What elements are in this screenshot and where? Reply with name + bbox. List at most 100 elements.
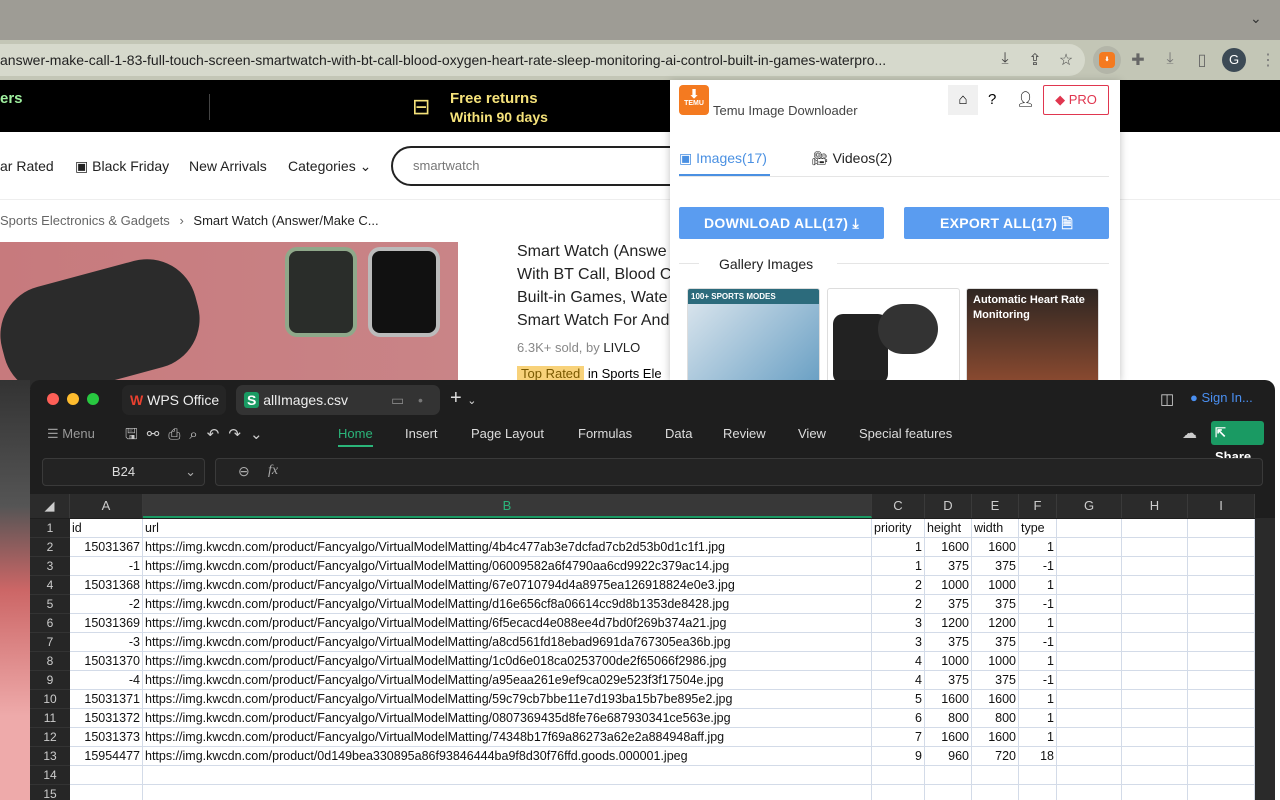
column-header-a[interactable]: A (70, 494, 143, 518)
table-cell[interactable] (1057, 633, 1122, 652)
table-cell[interactable]: 375 (925, 671, 972, 690)
table-cell[interactable]: 1 (872, 538, 925, 557)
tab-list-chevron-icon[interactable]: ⌄ (1250, 10, 1262, 27)
table-cell[interactable]: -1 (1019, 671, 1057, 690)
row-header[interactable]: 10 (30, 690, 70, 709)
table-cell[interactable] (1188, 709, 1255, 728)
table-cell[interactable]: 375 (925, 633, 972, 652)
table-cell[interactable] (1122, 766, 1188, 785)
table-cell[interactable] (1188, 538, 1255, 557)
table-cell[interactable] (1188, 690, 1255, 709)
row-header[interactable]: 2 (30, 538, 70, 557)
table-cell[interactable]: 1000 (972, 576, 1019, 595)
table-cell[interactable]: 1600 (972, 690, 1019, 709)
row-header[interactable]: 9 (30, 671, 70, 690)
rank-category[interactable]: in Sports Ele (588, 366, 662, 381)
table-cell[interactable]: 1600 (925, 728, 972, 747)
row-header[interactable]: 12 (30, 728, 70, 747)
table-cell[interactable]: 6 (872, 709, 925, 728)
row-header[interactable]: 11 (30, 709, 70, 728)
user-icon[interactable]: 👤︎ (1016, 90, 1035, 108)
row-header[interactable]: 15 (30, 785, 70, 800)
tab-wps-office[interactable]: W WPS Office (122, 385, 226, 415)
share-button[interactable]: ⇱ Share (1211, 421, 1264, 464)
table-cell[interactable]: 1 (1019, 728, 1057, 747)
function-icon[interactable]: fx (268, 463, 278, 479)
table-cell[interactable]: -1 (1019, 633, 1057, 652)
table-cell[interactable]: 15031368 (70, 576, 143, 595)
table-cell[interactable]: 2 (872, 595, 925, 614)
tab-videos[interactable]: 🎥︎ Videos(2) (811, 150, 892, 167)
table-cell[interactable] (872, 766, 925, 785)
table-cell[interactable]: 375 (972, 633, 1019, 652)
temu-extension-button[interactable]: ⬇ (1093, 46, 1121, 74)
table-cell[interactable] (1188, 728, 1255, 747)
share-icon[interactable]: ⇪ (1025, 50, 1045, 70)
table-cell[interactable]: 15954477 (70, 747, 143, 766)
table-cell[interactable]: 1 (1019, 538, 1057, 557)
table-cell[interactable]: 2 (872, 576, 925, 595)
gallery-thumb[interactable] (827, 288, 960, 380)
downloads-icon[interactable]: ⤓ (1160, 50, 1180, 68)
table-cell[interactable]: https://img.kwcdn.com/product/Fancyalgo/… (143, 633, 872, 652)
table-cell[interactable] (925, 766, 972, 785)
table-cell[interactable] (1188, 785, 1255, 800)
table-cell[interactable]: 1 (1019, 652, 1057, 671)
table-cell[interactable]: 4 (872, 671, 925, 690)
table-cell[interactable] (1188, 576, 1255, 595)
table-cell[interactable]: https://img.kwcdn.com/product/0d149bea33… (143, 747, 872, 766)
table-cell[interactable] (1122, 614, 1188, 633)
table-cell[interactable] (1122, 538, 1188, 557)
tab-images[interactable]: ▣ Images(17) (679, 150, 767, 167)
table-cell[interactable] (1122, 709, 1188, 728)
table-cell[interactable]: -3 (70, 633, 143, 652)
table-cell[interactable] (1057, 557, 1122, 576)
header-cell[interactable]: width (972, 519, 1019, 538)
table-cell[interactable]: https://img.kwcdn.com/product/Fancyalgo/… (143, 576, 872, 595)
table-cell[interactable] (1122, 595, 1188, 614)
table-cell[interactable] (1057, 747, 1122, 766)
table-cell[interactable]: 7 (872, 728, 925, 747)
tab-allimages-csv[interactable]: S allImages.csv ▭ • (236, 385, 440, 415)
table-cell[interactable] (1122, 633, 1188, 652)
search-input[interactable]: smartwatch (391, 146, 711, 186)
table-cell[interactable] (1122, 690, 1188, 709)
table-cell[interactable]: -1 (1019, 595, 1057, 614)
header-cell[interactable]: height (925, 519, 972, 538)
table-cell[interactable]: 1600 (925, 538, 972, 557)
bookmark-star-icon[interactable]: ☆ (1056, 50, 1076, 70)
table-cell[interactable] (1122, 785, 1188, 800)
table-cell[interactable] (1188, 557, 1255, 576)
column-header-d[interactable]: D (925, 494, 972, 518)
table-cell[interactable] (1122, 747, 1188, 766)
row-header[interactable]: 4 (30, 576, 70, 595)
product-image[interactable] (0, 242, 458, 407)
gallery-thumb[interactable]: 100+ SPORTS MODES (687, 288, 820, 380)
table-cell[interactable] (1057, 671, 1122, 690)
row-header[interactable]: 7 (30, 633, 70, 652)
url-text[interactable]: answer-make-call-1-83-full-touch-screen-… (0, 52, 985, 68)
install-icon[interactable]: ⤓ (995, 50, 1015, 68)
table-cell[interactable]: 1600 (972, 728, 1019, 747)
table-cell[interactable]: 1 (1019, 614, 1057, 633)
menu-button[interactable]: ☰ Menu (47, 426, 95, 442)
nav-categories[interactable]: Categories ⌄ (288, 158, 371, 175)
zoom-window-button[interactable] (87, 393, 99, 405)
header-cell[interactable] (1057, 519, 1122, 538)
table-cell[interactable] (1057, 785, 1122, 800)
table-cell[interactable]: 800 (925, 709, 972, 728)
table-cell[interactable]: 15031372 (70, 709, 143, 728)
column-header-b[interactable]: B (143, 494, 872, 518)
table-cell[interactable] (1057, 576, 1122, 595)
table-cell[interactable]: -4 (70, 671, 143, 690)
table-cell[interactable] (1188, 595, 1255, 614)
table-cell[interactable] (1057, 614, 1122, 633)
table-cell[interactable]: 5 (872, 690, 925, 709)
table-cell[interactable]: 375 (925, 595, 972, 614)
table-cell[interactable]: 1 (872, 557, 925, 576)
download-all-button[interactable]: DOWNLOAD ALL(17) ⤓ (679, 207, 884, 239)
ribbon-tab-insert[interactable]: Insert (405, 426, 438, 441)
table-cell[interactable] (1188, 766, 1255, 785)
table-cell[interactable]: 3 (872, 633, 925, 652)
table-cell[interactable]: 720 (972, 747, 1019, 766)
